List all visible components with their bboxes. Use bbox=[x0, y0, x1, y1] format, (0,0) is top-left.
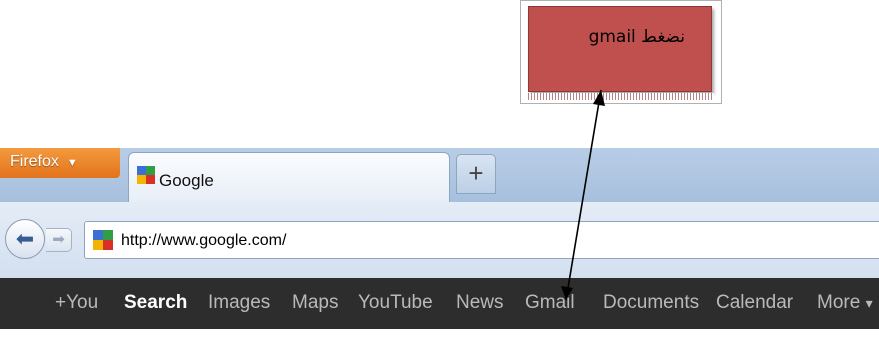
firefox-caret-icon: ▼ bbox=[66, 157, 78, 169]
google-favicon-icon bbox=[93, 230, 113, 250]
annotation-box: نضغط gmail bbox=[528, 6, 712, 92]
gb-item-news[interactable]: News bbox=[456, 292, 504, 314]
firefox-menu-button[interactable]: Firefox ▼ bbox=[0, 148, 120, 178]
annotation-hatch bbox=[528, 93, 714, 100]
gb-item-calendar[interactable]: Calendar bbox=[716, 292, 793, 314]
google-favicon-icon bbox=[137, 166, 155, 184]
url-text: http://www.google.com/ bbox=[121, 232, 287, 249]
firefox-menu-label: Firefox bbox=[10, 153, 59, 170]
new-tab-button[interactable]: + bbox=[456, 154, 496, 194]
gb-item-maps[interactable]: Maps bbox=[292, 292, 338, 314]
back-button[interactable]: ⬅ bbox=[5, 219, 45, 259]
gb-item-more[interactable]: More ▾ bbox=[817, 292, 873, 314]
gb-item-youtube[interactable]: YouTube bbox=[358, 292, 433, 314]
url-bar[interactable]: http://www.google.com/ bbox=[84, 221, 879, 259]
forward-button[interactable]: ➡ bbox=[46, 228, 72, 252]
gb-item-search[interactable]: Search bbox=[124, 292, 187, 314]
gb-item-gmail[interactable]: Gmail bbox=[525, 292, 575, 314]
gb-item-images[interactable]: Images bbox=[208, 292, 270, 314]
tab-google[interactable]: Google bbox=[128, 152, 450, 202]
more-label: More bbox=[817, 292, 861, 313]
annotation-callout: نضغط gmail bbox=[520, 0, 722, 104]
gb-item-plus-you[interactable]: +You bbox=[55, 292, 98, 314]
chevron-down-icon: ▾ bbox=[865, 295, 873, 311]
gb-item-documents[interactable]: Documents bbox=[603, 292, 699, 314]
tab-title: Google bbox=[159, 171, 214, 190]
annotation-text: نضغط gmail bbox=[588, 27, 685, 47]
